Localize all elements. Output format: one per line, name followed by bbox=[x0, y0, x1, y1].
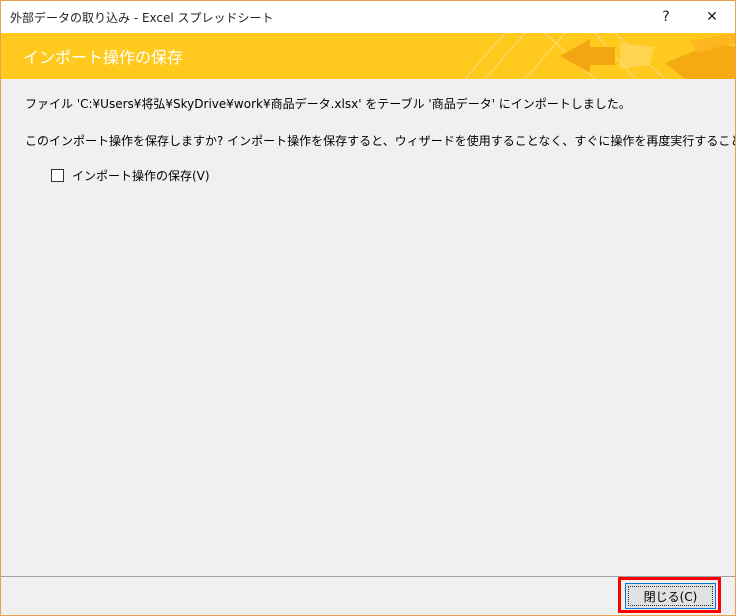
save-question-message: このインポート操作を保存しますか? インポート操作を保存すると、ウィザードを使用… bbox=[25, 134, 736, 148]
help-button[interactable]: ? bbox=[643, 1, 689, 33]
window-title: 外部データの取り込み - Excel スプレッドシート bbox=[10, 11, 274, 25]
save-import-checkbox-row[interactable]: インポート操作の保存(V) bbox=[51, 167, 210, 184]
import-result-message: ファイル 'C:¥Users¥将弘¥SkyDrive¥work¥商品データ.xl… bbox=[25, 97, 631, 111]
window-close-button[interactable]: ✕ bbox=[689, 1, 735, 33]
title-bar[interactable]: 外部データの取り込み - Excel スプレッドシート ? ✕ bbox=[1, 1, 735, 33]
import-dialog: 外部データの取り込み - Excel スプレッドシート ? ✕ インポート操作の… bbox=[0, 0, 736, 616]
header-banner: インポート操作の保存 bbox=[1, 33, 735, 79]
close-button[interactable]: 閉じる(C) bbox=[625, 583, 716, 609]
save-import-checkbox-label[interactable]: インポート操作の保存(V) bbox=[72, 167, 210, 184]
close-button-label: 閉じる(C) bbox=[643, 589, 698, 604]
banner-decoration-icon bbox=[464, 33, 735, 79]
save-import-checkbox[interactable] bbox=[51, 169, 64, 182]
banner-title: インポート操作の保存 bbox=[23, 48, 184, 67]
